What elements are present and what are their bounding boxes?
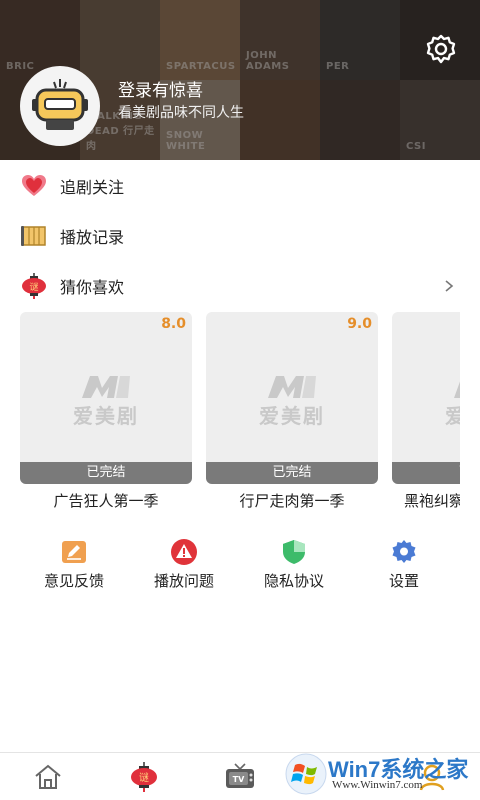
menu-item-follow[interactable]: 追剧关注 <box>0 164 480 208</box>
menu-label: 猜你喜欢 <box>60 278 125 297</box>
tv-icon: TV <box>226 763 254 788</box>
svg-text:谜: 谜 <box>139 772 149 784</box>
rating-badge: 9.0 <box>347 316 372 332</box>
show-poster: 9.0 爱美剧 已完结 <box>206 312 378 484</box>
lantern-icon: 谜 <box>131 762 157 792</box>
action-label: 意见反馈 <box>43 572 104 590</box>
nav-tv[interactable]: TV <box>224 761 256 793</box>
action-label: 设置 <box>388 572 419 590</box>
nav-home[interactable] <box>32 761 64 793</box>
status-badge: 已完结 <box>206 462 378 484</box>
recommend-carousel[interactable]: 8.0 爱美剧 已完结 广告狂人第一季 9.0 爱美剧 已完结 行尸走肉第一季 <box>20 312 460 512</box>
lantern-icon: 谜 <box>22 273 46 299</box>
privacy-button[interactable]: 隐私协议 <box>244 536 344 596</box>
logo-icon <box>454 381 460 398</box>
svg-text:谜: 谜 <box>29 282 38 293</box>
login-title[interactable]: 登录有惊喜 <box>118 76 203 101</box>
edit-icon <box>62 541 86 563</box>
logo-icon <box>82 376 130 398</box>
show-card[interactable]: 8.0 爱美剧 已完结 广告狂人第一季 <box>20 312 192 512</box>
gear-icon <box>392 540 416 563</box>
show-poster: 8.0 爱美剧 已完结 <box>20 312 192 484</box>
menu-label: 追剧关注 <box>60 178 125 197</box>
logo-icon <box>268 376 316 398</box>
playback-issue-button[interactable]: 播放问题 <box>134 536 234 596</box>
robot-avatar-icon <box>32 79 88 130</box>
show-card[interactable]: 9.0 爱美剧 已完结 行尸走肉第一季 <box>206 312 378 512</box>
nav-discover[interactable]: 谜 <box>128 761 160 793</box>
logo-text: 爱美剧 <box>73 404 139 428</box>
show-card[interactable]: 爱美剧 已完结 黑袍纠察队 <box>392 312 460 512</box>
watermark: Win7系统之家 Www.Winwin7.com <box>282 748 480 800</box>
shield-icon <box>283 540 305 564</box>
action-label: 播放问题 <box>153 572 214 590</box>
menu-label: 播放记录 <box>60 228 125 247</box>
feedback-button[interactable]: 意见反馈 <box>24 536 124 596</box>
show-title: 广告狂人第一季 <box>53 492 159 510</box>
show-title: 黑袍纠察队 <box>404 492 460 510</box>
home-icon <box>35 764 61 789</box>
menu-item-history[interactable]: 播放记录 <box>0 214 480 258</box>
login-subtitle: 看美剧品味不同人生 <box>118 105 244 121</box>
chevron-right-icon[interactable] <box>442 279 456 293</box>
logo-text: 爱美剧 <box>445 404 460 428</box>
show-title: 行尸走肉第一季 <box>239 492 345 510</box>
svg-text:TV: TV <box>233 775 245 784</box>
status-badge: 已完结 <box>20 462 192 484</box>
windows-logo-icon <box>285 753 327 795</box>
status-badge: 已完结 <box>392 462 460 484</box>
quick-actions: 意见反馈 播放问题 隐私协议 设置 <box>0 536 480 596</box>
settings-button[interactable]: 设置 <box>354 536 454 596</box>
action-label: 隐私协议 <box>263 572 324 590</box>
watermark-url: Www.Winwin7.com <box>332 779 423 791</box>
menu-item-recommend[interactable]: 谜 猜你喜欢 <box>0 264 480 308</box>
profile-header: BRIC SPARTACUS JOHN ADAMS PER WALKING DE… <box>0 0 480 160</box>
gear-icon <box>426 34 456 64</box>
logo-text: 爱美剧 <box>259 404 325 428</box>
film-icon <box>21 226 46 246</box>
avatar[interactable] <box>20 66 100 146</box>
show-poster: 爱美剧 已完结 <box>392 312 460 484</box>
header-settings-button[interactable] <box>424 32 458 66</box>
warning-icon <box>171 539 197 565</box>
rating-badge: 8.0 <box>161 316 186 332</box>
heart-icon <box>22 175 46 196</box>
